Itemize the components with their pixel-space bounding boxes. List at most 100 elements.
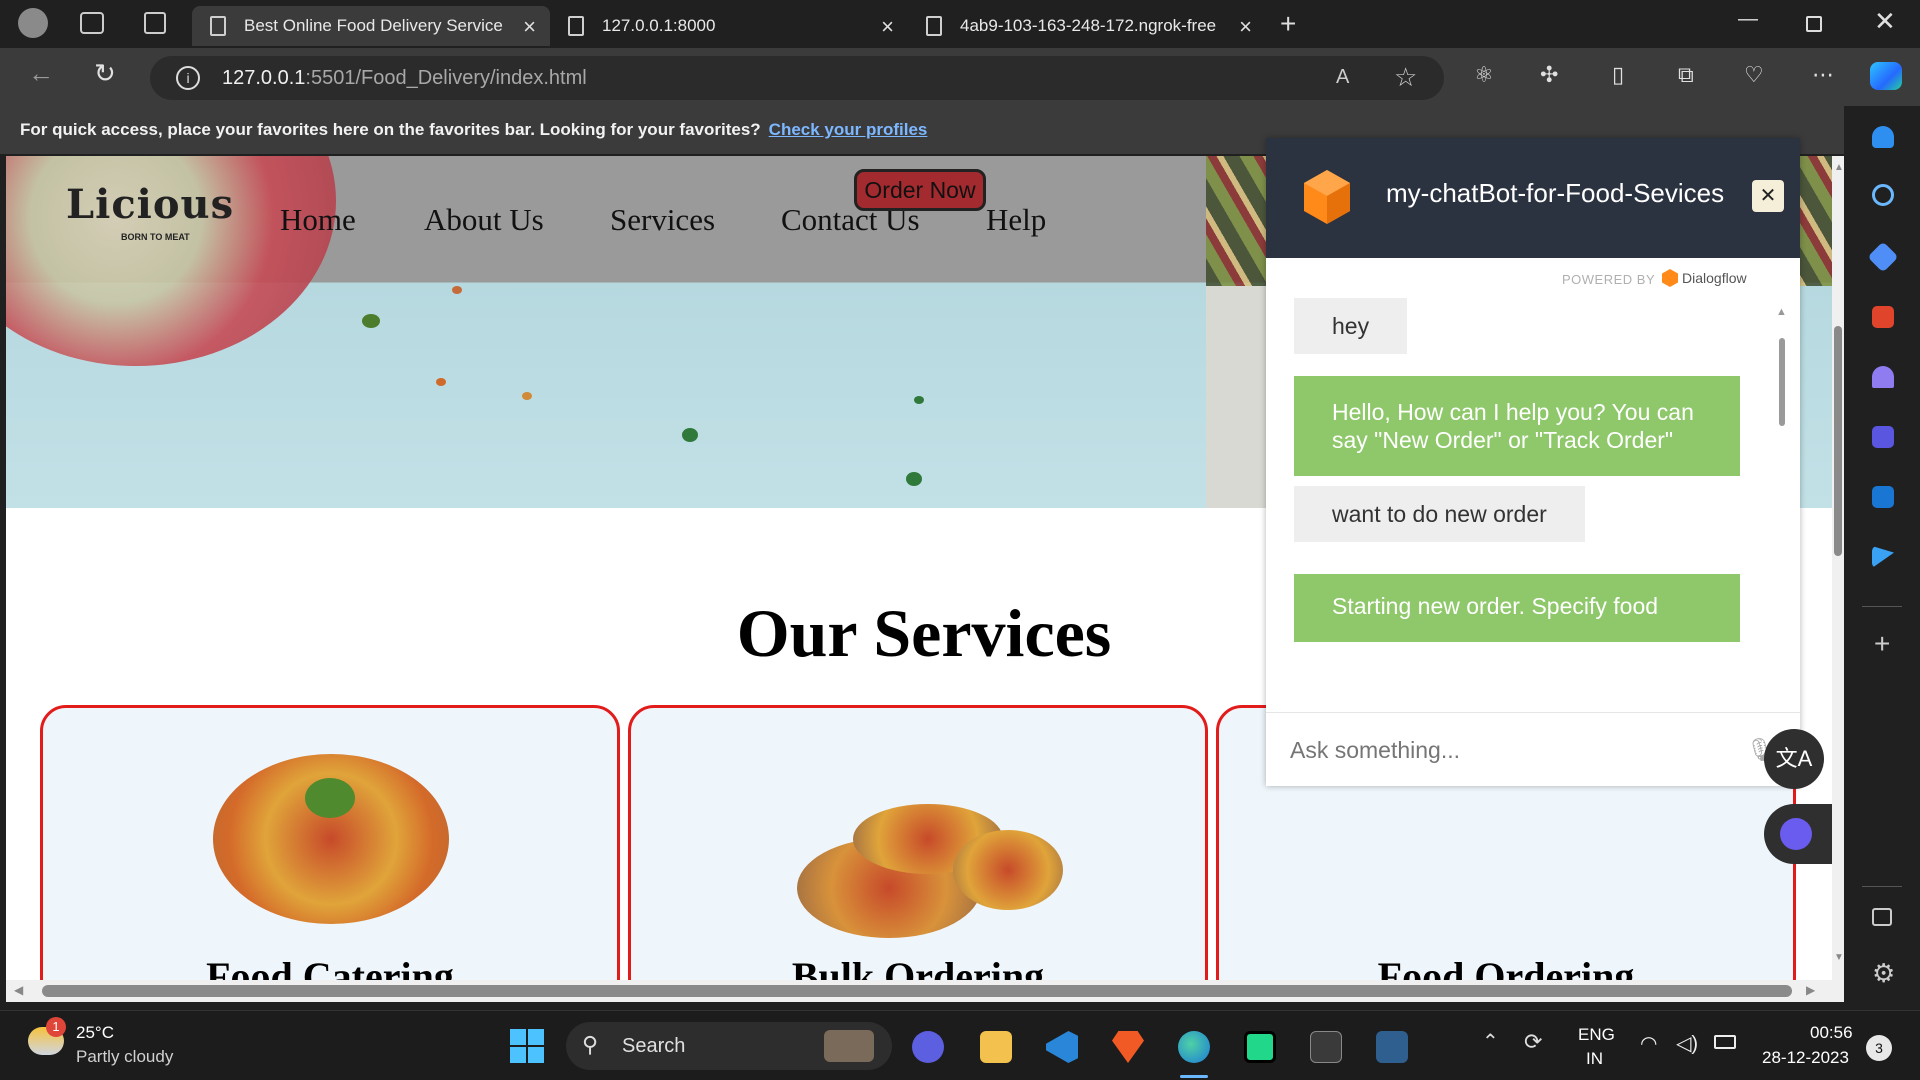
page-icon [210, 16, 226, 36]
horizontal-scrollbar[interactable]: ◀ ▶ [6, 980, 1832, 1002]
url-box[interactable]: i 127.0.0.1:5501/Food_Delivery/index.htm… [150, 56, 1444, 100]
region-indicator[interactable]: IN [1586, 1049, 1603, 1069]
scroll-down-arrow-icon[interactable]: ▼ [1834, 952, 1844, 963]
assistant-bubble-icon[interactable] [1764, 804, 1832, 864]
back-icon[interactable]: ← [28, 58, 54, 89]
clock-time[interactable]: 00:56 [1810, 1023, 1853, 1043]
page-icon [568, 16, 584, 36]
chat-scroll-up-icon[interactable]: ▲ [1776, 306, 1787, 318]
pycharm-icon[interactable] [1244, 1031, 1276, 1063]
tab-localhost-8000[interactable]: 127.0.0.1:8000 × [550, 6, 908, 46]
copilot-icon[interactable] [1870, 62, 1902, 90]
close-window-icon[interactable]: ✕ [1874, 6, 1896, 37]
hide-sidebar-icon[interactable] [1872, 908, 1892, 926]
favorite-star-icon[interactable]: ☆ [1394, 62, 1417, 93]
brave-icon[interactable] [1112, 1031, 1144, 1063]
windows-taskbar: 1 25°C Partly cloudy ⚲ Search ⌃ ⟳ ENG IN… [0, 1010, 1920, 1080]
browser-essentials-icon[interactable]: ♡ [1744, 62, 1764, 88]
chatbot-close-button[interactable]: ✕ [1752, 180, 1784, 212]
nav-help[interactable]: Help [986, 202, 1046, 238]
close-tab-icon[interactable]: × [1239, 14, 1252, 40]
add-sidebar-app-icon[interactable]: + [1874, 628, 1890, 660]
favorites-message: For quick access, place your favorites h… [20, 120, 927, 140]
clock-date[interactable]: 28-12-2023 [1762, 1048, 1849, 1068]
scroll-up-arrow-icon[interactable]: ▲ [1834, 162, 1844, 173]
order-now-button[interactable]: Order Now [854, 169, 986, 211]
refresh-icon[interactable]: ↻ [94, 58, 116, 89]
horizontal-scroll-thumb[interactable] [42, 985, 1792, 997]
sidebar-settings-icon[interactable]: ⚙ [1872, 958, 1895, 989]
search-icon[interactable] [1872, 184, 1894, 206]
service-card-catering[interactable]: Food Catering [40, 705, 620, 1002]
tab-actions-icon[interactable] [144, 12, 166, 34]
games-icon[interactable] [1872, 366, 1894, 388]
show-hidden-icons[interactable]: ⌃ [1482, 1029, 1499, 1054]
windows-start-icon[interactable] [510, 1029, 544, 1063]
battery-icon[interactable] [1714, 1035, 1736, 1049]
check-profiles-link[interactable]: Check your profiles [769, 120, 928, 139]
workspaces-icon[interactable] [80, 12, 104, 34]
extension-atom-icon[interactable]: ⚛ [1474, 62, 1494, 88]
split-screen-icon[interactable]: ▯ [1612, 62, 1624, 88]
url-text[interactable]: 127.0.0.1:5501/Food_Delivery/index.html [222, 67, 587, 90]
scroll-left-arrow-icon[interactable]: ◀ [14, 983, 23, 997]
tab-ngrok[interactable]: 4ab9-103-163-248-172.ngrok-free × [908, 6, 1266, 46]
vertical-scroll-thumb[interactable] [1834, 326, 1842, 556]
service-card-bulk[interactable]: Bulk Ordering [628, 705, 1208, 1002]
network-tool-icon[interactable] [1376, 1031, 1408, 1063]
weather-temperature[interactable]: 25°C [76, 1023, 114, 1043]
profile-avatar[interactable] [18, 8, 48, 38]
logo-tagline: BORN TO MEAT [121, 232, 190, 242]
sync-icon[interactable]: ⟳ [1524, 1029, 1542, 1055]
favorites-hint: For quick access, place your favorites h… [20, 120, 761, 139]
outlook-icon[interactable] [1872, 486, 1894, 508]
read-aloud-icon[interactable]: A [1336, 66, 1349, 89]
edge-icon[interactable] [1178, 1031, 1210, 1063]
minimize-icon[interactable]: — [1738, 8, 1758, 31]
tab-food-delivery[interactable]: Best Online Food Delivery Service × [192, 6, 550, 46]
weather-description[interactable]: Partly cloudy [76, 1047, 173, 1067]
scroll-right-arrow-icon[interactable]: ▶ [1806, 983, 1815, 997]
taskbar-search[interactable]: ⚲ Search [566, 1022, 892, 1070]
weather-badge: 1 [46, 1017, 66, 1037]
search-highlight-image [824, 1030, 874, 1062]
collections-icon[interactable]: ⧉ [1678, 62, 1694, 88]
language-indicator[interactable]: ENG [1578, 1025, 1615, 1045]
herb-crumb [362, 314, 380, 328]
extensions-icon[interactable]: ✣ [1540, 62, 1558, 88]
file-explorer-icon[interactable] [980, 1031, 1012, 1063]
shopping-tag-icon[interactable] [1867, 241, 1899, 273]
more-menu-icon[interactable]: ⋯ [1812, 62, 1834, 88]
notification-count[interactable]: 3 [1866, 1035, 1892, 1061]
volume-icon[interactable]: ◁) [1676, 1031, 1698, 1056]
wifi-icon[interactable]: ◠ [1640, 1031, 1657, 1056]
herb-crumb [906, 472, 922, 486]
sidebar-divider [1862, 606, 1902, 607]
chatbot-title: my-chatBot-for-Food-Sevices [1386, 178, 1725, 208]
tools-icon[interactable] [1872, 306, 1894, 328]
terminal-icon[interactable] [1310, 1031, 1342, 1063]
chat-scrollbar[interactable]: ▲ [1776, 306, 1788, 686]
translate-icon[interactable]: 文A [1764, 729, 1824, 789]
site-logo[interactable]: Licious [66, 181, 234, 228]
close-tab-icon[interactable]: × [881, 14, 894, 40]
chat-scroll-thumb[interactable] [1779, 338, 1785, 426]
chat-app-icon[interactable] [912, 1031, 944, 1063]
bot-message: Hello, How can I help you? You can say "… [1294, 376, 1740, 476]
basil-garnish [305, 778, 355, 818]
chatbot-widget: my-chatBot-for-Food-Sevices ✕ POWERED BY… [1266, 138, 1800, 786]
site-info-icon[interactable]: i [176, 66, 200, 90]
restore-icon[interactable] [1806, 16, 1822, 32]
vertical-scrollbar[interactable]: ▲ ▼ [1832, 156, 1844, 1002]
nav-about-us[interactable]: About Us [424, 202, 544, 238]
notification-bell-icon[interactable] [1872, 126, 1894, 148]
nav-services[interactable]: Services [610, 202, 715, 238]
search-icon: ⚲ [582, 1032, 599, 1057]
new-tab-icon[interactable]: + [1280, 8, 1296, 40]
nav-home[interactable]: Home [280, 202, 356, 238]
close-tab-icon[interactable]: × [523, 14, 536, 40]
vscode-icon[interactable] [1046, 1031, 1078, 1063]
drop-icon[interactable] [1872, 546, 1894, 568]
chat-message-input[interactable] [1290, 737, 1730, 764]
microsoft-365-icon[interactable] [1872, 426, 1894, 448]
